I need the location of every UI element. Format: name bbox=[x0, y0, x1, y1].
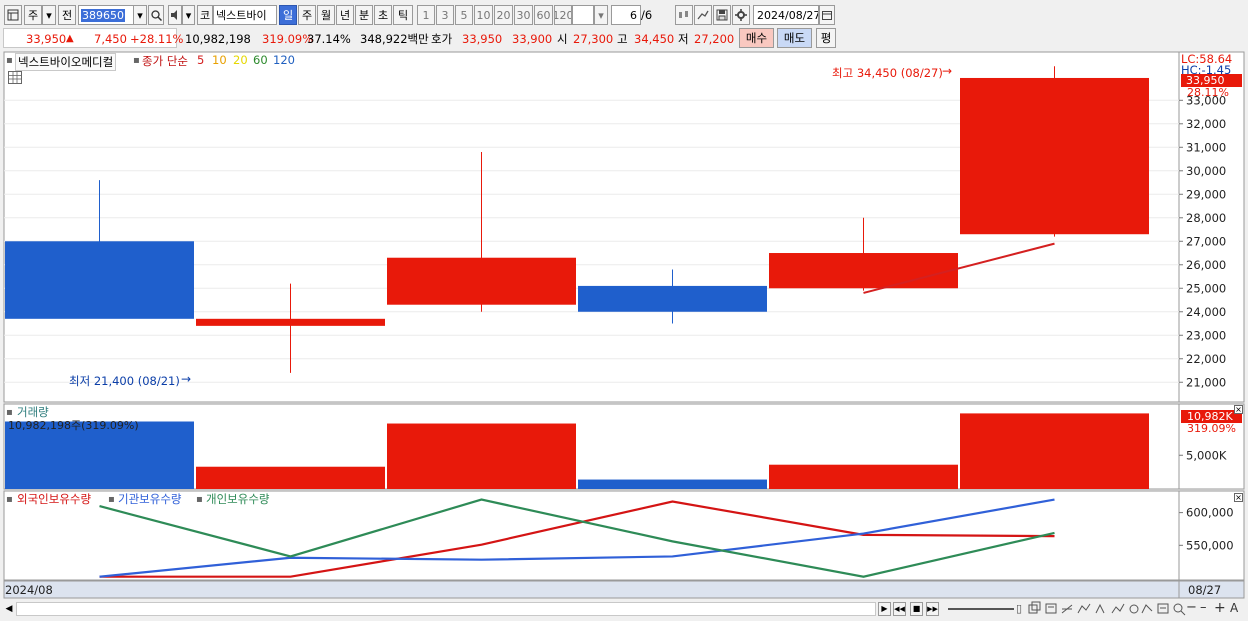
close-icon[interactable]: × bbox=[1234, 493, 1243, 502]
candle-body bbox=[196, 318, 385, 326]
drawing-tools-strip[interactable] bbox=[1028, 601, 1186, 617]
play-icon[interactable]: ▶ bbox=[878, 602, 891, 616]
text-tool-icon[interactable]: A bbox=[1230, 600, 1242, 616]
price-tick-label: 32,000 bbox=[1186, 117, 1226, 131]
price-tick-label: 29,000 bbox=[1186, 187, 1226, 201]
scrollbar-track[interactable] bbox=[16, 602, 876, 616]
ma-period-120: 120 bbox=[273, 53, 295, 67]
price-tick-label: 24,000 bbox=[1186, 305, 1226, 319]
price-tick-label: 25,000 bbox=[1186, 281, 1226, 295]
right-arrow-icon: → bbox=[181, 372, 192, 386]
candle-body bbox=[578, 285, 767, 312]
zoom-slider[interactable] bbox=[948, 608, 1014, 610]
ma-label: 종가 단순 bbox=[142, 54, 188, 68]
zoom-in-icon[interactable]: + bbox=[1214, 600, 1226, 616]
volume-bar bbox=[196, 466, 385, 489]
bullet-icon: ▪ bbox=[6, 55, 13, 66]
volume-bar bbox=[769, 464, 958, 489]
price-tick-label: 22,000 bbox=[1186, 352, 1226, 366]
right-arrow-icon: → bbox=[942, 64, 953, 78]
candle-body bbox=[387, 257, 576, 305]
holding-tick-label: 600,000 bbox=[1186, 506, 1234, 520]
price-tick-label: 28,000 bbox=[1186, 211, 1226, 225]
rewind-icon[interactable]: ◀◀ bbox=[893, 602, 906, 616]
fast-forward-icon[interactable]: ▶▶ bbox=[926, 602, 939, 616]
stop-icon[interactable]: ■ bbox=[910, 602, 923, 616]
bullet-icon: ▪ bbox=[6, 494, 13, 505]
x-axis-left-label: 2024/08 bbox=[5, 583, 53, 597]
table-icon[interactable] bbox=[8, 71, 22, 84]
candle-body bbox=[960, 77, 1149, 235]
ma-period-10: 10 bbox=[212, 53, 227, 67]
stock-name-label: 넥스트바이오메디컬 bbox=[15, 53, 117, 71]
low-annotation: 최저 21,400 (08/21) bbox=[69, 374, 180, 388]
bullet-icon: ▪ bbox=[196, 494, 203, 505]
price-tick-label: 23,000 bbox=[1186, 328, 1226, 342]
ma-period-60: 60 bbox=[253, 53, 268, 67]
volume-last-pct: 319.09% bbox=[1187, 422, 1236, 435]
volume-bar bbox=[960, 413, 1149, 489]
candle-body bbox=[769, 253, 958, 289]
candle-body bbox=[5, 241, 194, 319]
holding-tick-label: 550,000 bbox=[1186, 538, 1234, 552]
price-tick-label: 30,000 bbox=[1186, 164, 1226, 178]
volume-tick-label: 5,000K bbox=[1186, 448, 1227, 462]
last-pct-tag: 28.11% bbox=[1187, 86, 1229, 99]
close-icon[interactable]: × bbox=[1234, 405, 1243, 414]
ma-period-20: 20 bbox=[233, 53, 248, 67]
high-annotation: 최고 34,450 (08/27) bbox=[832, 66, 943, 80]
scroll-left-icon[interactable]: ◀ bbox=[3, 602, 15, 616]
volume-value-text: 10,982,198주(319.09%) bbox=[8, 419, 139, 432]
legend-foreign: 외국인보유수량 bbox=[17, 492, 92, 506]
price-tick-label: 27,000 bbox=[1186, 234, 1226, 248]
price-tick-label: 26,000 bbox=[1186, 258, 1226, 272]
stock-chart: 21,000 22,000 23,000 24,000 25,000 26,000 27,0… bbox=[3, 51, 1245, 599]
price-tick-label: 21,000 bbox=[1186, 375, 1226, 389]
legend-institution: 기관보유수량 bbox=[118, 492, 182, 506]
legend-individual: 개인보유수량 bbox=[206, 492, 270, 506]
volume-bar bbox=[578, 479, 767, 489]
zoom-out-icon[interactable]: − bbox=[1186, 600, 1200, 616]
bullet-icon: ▪ bbox=[133, 55, 140, 66]
minimize-icon[interactable]: – bbox=[1200, 600, 1212, 616]
x-axis-right-label: 08/27 bbox=[1188, 583, 1222, 597]
bullet-icon: ▪ bbox=[108, 494, 115, 505]
volume-bar bbox=[387, 423, 576, 489]
price-tick-label: 31,000 bbox=[1186, 140, 1226, 154]
zoom-handle-icon[interactable]: ▯ bbox=[1016, 602, 1028, 616]
ma-period-5: 5 bbox=[197, 53, 205, 67]
x-axis-strip bbox=[3, 580, 1245, 599]
